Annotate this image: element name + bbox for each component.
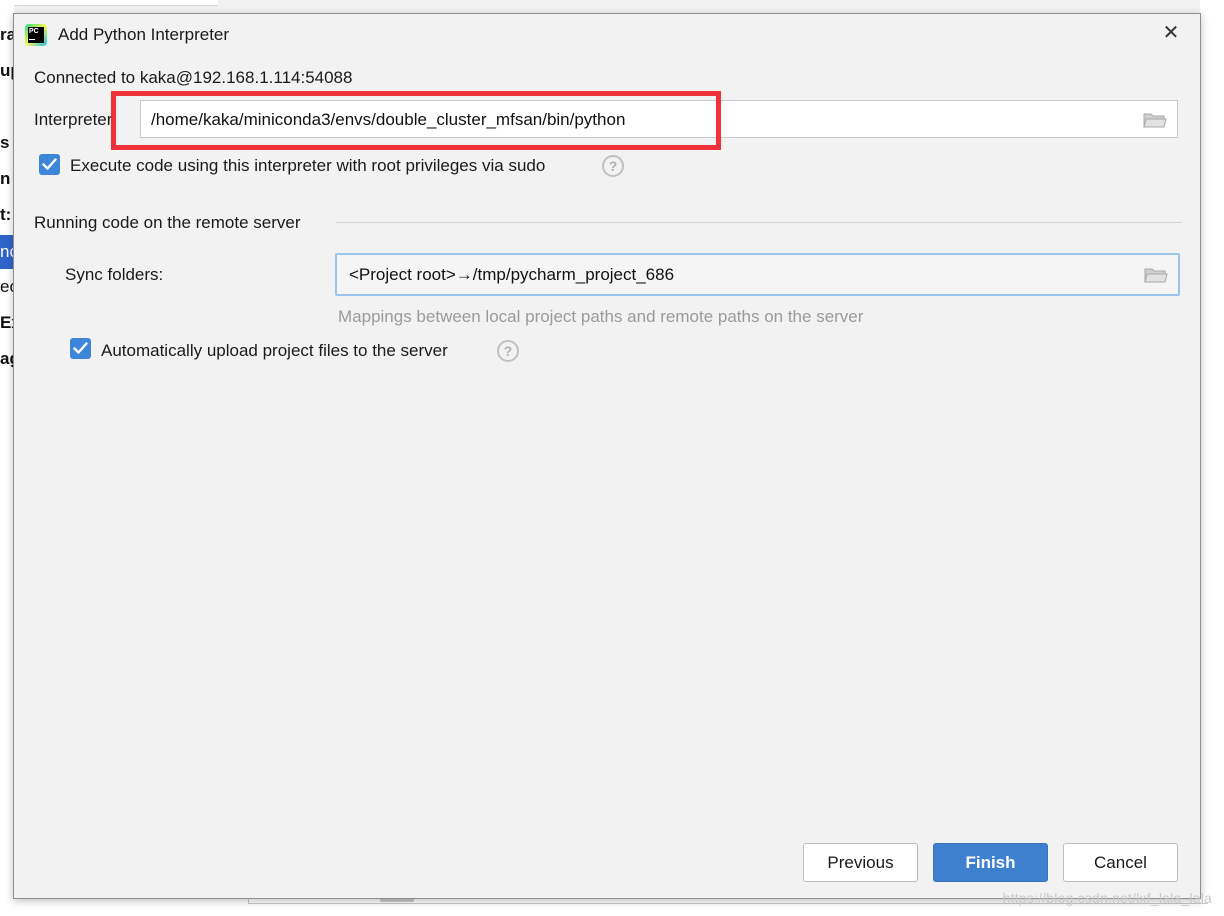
interpreter-path-value[interactable]: /home/kaka/miniconda3/envs/double_cluste…	[151, 110, 625, 130]
connection-status: Connected to kaka@192.168.1.114:54088	[34, 68, 353, 87]
help-icon[interactable]: ?	[497, 340, 519, 362]
sync-folders-field[interactable]: <Project root>→/tmp/pycharm_project_686	[335, 253, 1180, 296]
auto-upload-checkbox-label[interactable]: Automatically upload project files to th…	[101, 341, 448, 361]
interpreter-label: Interpreter:	[34, 110, 118, 129]
sync-folders-value[interactable]: <Project root>→/tmp/pycharm_project_686	[349, 265, 674, 285]
previous-button[interactable]: Previous	[803, 843, 918, 882]
sidebar-selected-item[interactable]: nc	[0, 235, 14, 269]
sidebar-fragment: n	[0, 169, 11, 188]
sidebar-fragment: Ex	[0, 313, 14, 332]
close-icon[interactable]: ✕	[1160, 22, 1182, 44]
watermark: https://blog.csdn.net/lxf_lala_lala	[1002, 890, 1212, 906]
interpreter-path-field[interactable]: /home/kaka/miniconda3/envs/double_cluste…	[140, 100, 1178, 138]
dialog-titlebar[interactable]: PC Add Python Interpreter ✕	[14, 14, 1200, 54]
background-top-strip	[0, 0, 218, 6]
sidebar-fragment: ec	[0, 277, 14, 296]
sudo-checkbox-label[interactable]: Execute code using this interpreter with…	[70, 156, 545, 176]
pycharm-icon: PC	[25, 24, 47, 46]
help-icon[interactable]: ?	[602, 155, 624, 177]
folder-browse-icon[interactable]	[1144, 266, 1168, 284]
section-divider	[336, 222, 1182, 223]
background-settings-sidebar: ra up s n t: nc ec Ex ag	[0, 0, 14, 916]
sidebar-fragment: ag	[0, 349, 14, 368]
finish-button[interactable]: Finish	[933, 843, 1048, 882]
background-right-edge	[1200, 0, 1224, 916]
cancel-button[interactable]: Cancel	[1063, 843, 1178, 882]
sidebar-fragment: s	[0, 133, 10, 152]
sidebar-fragment: ra	[0, 25, 14, 44]
sync-folders-label: Sync folders:	[65, 265, 164, 284]
auto-upload-checkbox[interactable]	[70, 338, 91, 359]
dialog-title: Add Python Interpreter	[58, 25, 230, 44]
sidebar-fragment: up	[0, 61, 14, 80]
remote-section-title: Running code on the remote server	[34, 213, 301, 232]
folder-browse-icon[interactable]	[1143, 111, 1167, 129]
sync-folders-hint: Mappings between local project paths and…	[338, 307, 864, 326]
add-python-interpreter-dialog: PC Add Python Interpreter ✕ Connected to…	[13, 13, 1201, 899]
sudo-checkbox[interactable]	[39, 154, 60, 175]
sidebar-fragment: t:	[0, 205, 12, 224]
